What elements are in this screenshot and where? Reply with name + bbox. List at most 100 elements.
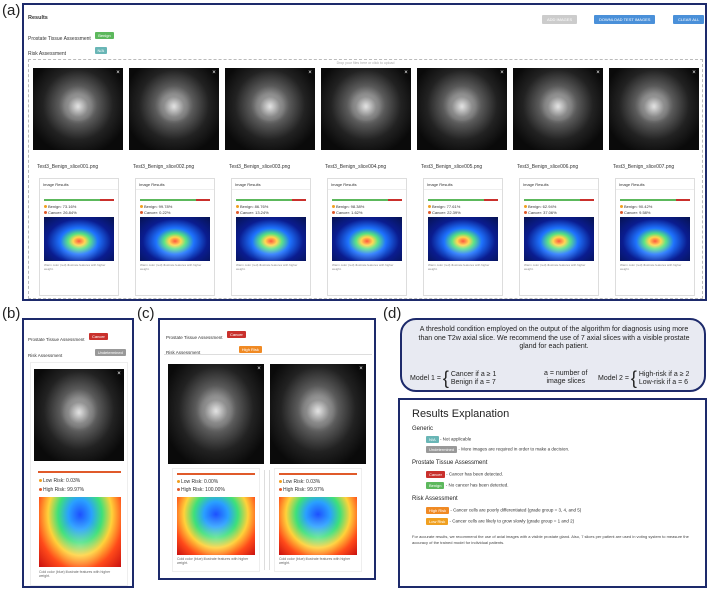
mri-thumbnail[interactable]: × [129,68,219,150]
image-results-title: Image Results [523,182,549,187]
b-high-risk: High Risk: 99.97% [39,487,84,493]
benign-dot-icon [620,205,623,209]
label-a: (a) [2,2,21,19]
benign-prob-text: Benign: 98.38% [336,204,365,209]
mri-thumbnail[interactable]: × [33,68,123,150]
probability-bar [524,199,594,201]
und-badge: Undetermined [426,446,458,453]
c-prostate-label: Prostate Tissue Assessment [166,335,223,340]
mri-thumbnail[interactable]: × [225,68,315,150]
slice-filename: Test3_Benign_slice003.png [229,164,291,170]
benign-row: Benign - No cancer has been detected. [426,482,509,489]
label-d: (d) [383,305,402,322]
card-divider [136,189,214,190]
cancer-badge: Cancer [426,471,445,478]
slice-card: × Test3_Benign_slice006.png Image Result… [513,68,607,296]
c-caption: Cold color (blue) illustrate features wi… [177,557,249,565]
slice-card: × Test3_Benign_slice003.png Image Result… [225,68,319,296]
card-divider [40,189,118,190]
risk-label: Risk Assessment [28,51,67,57]
benign-prob: Benign: 77.61% [428,204,460,209]
b-heatmap-image [39,497,121,567]
close-icon[interactable]: × [595,70,601,76]
mri-thumbnail[interactable]: × [417,68,507,150]
results-title: Results [28,15,48,21]
risk-badge: N/A [94,47,108,55]
close-icon[interactable]: × [358,366,364,372]
clear-all-button[interactable]: CLEAR ALL [673,15,705,24]
low-dot-icon [279,480,282,484]
lr-text: - Cancer cells are likely to grow slowly… [449,518,575,524]
c-mri-image[interactable]: × [168,364,264,464]
c-result-card: Low Risk: 0.00% High Risk: 100.00% Cold … [172,468,260,572]
label-c: (c) [137,305,155,322]
heatmap-caption: Warm color (red) illustrate features wit… [620,263,682,271]
cancer-prob: Cancer: 22.39% [428,210,461,215]
image-results-title: Image Results [139,182,165,187]
und-text: - More images are required in order to m… [458,446,570,452]
note-text: For accurate results, we recommend the u… [412,534,689,545]
c-risk-bar [279,473,357,475]
benign-prob-text: Benign: 62.94% [528,204,557,209]
benign-prob: Benign: 98.38% [332,204,364,209]
c-result-card: Low Risk: 0.03% High Risk: 99.97% Cold c… [274,468,362,572]
high-dot-icon [177,488,180,492]
c-high-risk: High Risk: 99.97% [279,487,324,493]
high-dot-icon [39,488,42,492]
dropzone[interactable]: Drop your files here or click to upload … [28,59,703,299]
cancer-prob-text: Cancer: 9.58% [624,210,651,215]
slice-filename: Test3_Benign_slice002.png [133,164,195,170]
drop-hint: Drop your files here or click to upload [336,61,395,65]
close-icon[interactable]: × [256,366,262,372]
benign-prob: Benign: 99.78% [140,204,172,209]
image-results-card: Image Results Benign: 98.38% Cancer: 1.6… [327,178,407,296]
c-high-risk: High Risk: 100.00% [177,487,225,493]
image-results-card: Image Results Benign: 62.94% Cancer: 37.… [519,178,599,296]
slice-card: × Test3_Benign_slice005.png Image Result… [417,68,511,296]
close-icon[interactable]: × [115,70,121,76]
mri-thumbnail[interactable]: × [513,68,603,150]
b-prostate-label: Prostate Tissue Assessment [28,337,85,342]
cancer-prob: Cancer: 13.24% [236,210,269,215]
hr-row: High Risk - Cancer cells are poorly diff… [426,507,581,514]
c-prostate-badge: Cancer [226,331,246,339]
model1-brace: { [442,368,449,388]
c-caption: Cold color (blue) illustrate features wi… [279,557,351,565]
download-button[interactable]: DOWNLOAD TEST IMAGES [594,15,656,24]
lr-row: Low Risk - Cancer cells are likely to gr… [426,518,574,525]
close-icon[interactable]: × [116,371,122,377]
heatmap-image [140,217,210,261]
mri-thumbnail[interactable]: × [609,68,699,150]
results-explanation-panel: Results Explanation Generic N/A - Not ap… [398,398,707,588]
b-risk-label: Risk Assessment [28,353,63,358]
cancer-dot-icon [620,211,623,215]
close-icon[interactable]: × [403,70,409,76]
heatmap-caption: Warm color (red) illustrate features wit… [44,263,106,271]
cancer-prob-text: Cancer: 1.62% [336,210,363,215]
c-risk-badge: High Risk [238,346,262,354]
close-icon[interactable]: × [499,70,505,76]
mri-thumbnail[interactable]: × [321,68,411,150]
heatmap-image [332,217,402,261]
benign-dot-icon [236,205,239,209]
add-images-button[interactable]: ADD IMAGES [542,15,578,24]
close-icon[interactable]: × [691,70,697,76]
slice-card: × Test3_Benign_slice002.png Image Result… [129,68,223,296]
benign-prob-text: Benign: 73.16% [48,204,77,209]
cancer-prob: Cancer: 9.58% [620,210,650,215]
b-mri-image: × [34,369,124,461]
b-risk-badge: Undetermined [94,349,126,357]
benign-prob-text: Benign: 86.76% [240,204,269,209]
b-caption: Cold color (blue) illustrate features wi… [39,570,111,578]
close-icon[interactable]: × [211,70,217,76]
close-icon[interactable]: × [307,70,313,76]
c-low-text: Low Risk: 0.03% [283,479,321,485]
benign-prob: Benign: 73.16% [44,204,76,209]
c-mri-image[interactable]: × [270,364,366,464]
cancer-prob-text: Cancer: 13.24% [240,210,269,215]
cancer-dot-icon [140,211,143,215]
na-row: N/A - Not applicable [426,436,471,443]
model1-benign-rule: Benign if a = 7 [450,378,496,386]
benign-dot-icon [332,205,335,209]
ra-heading: Risk Assessment [412,496,458,502]
